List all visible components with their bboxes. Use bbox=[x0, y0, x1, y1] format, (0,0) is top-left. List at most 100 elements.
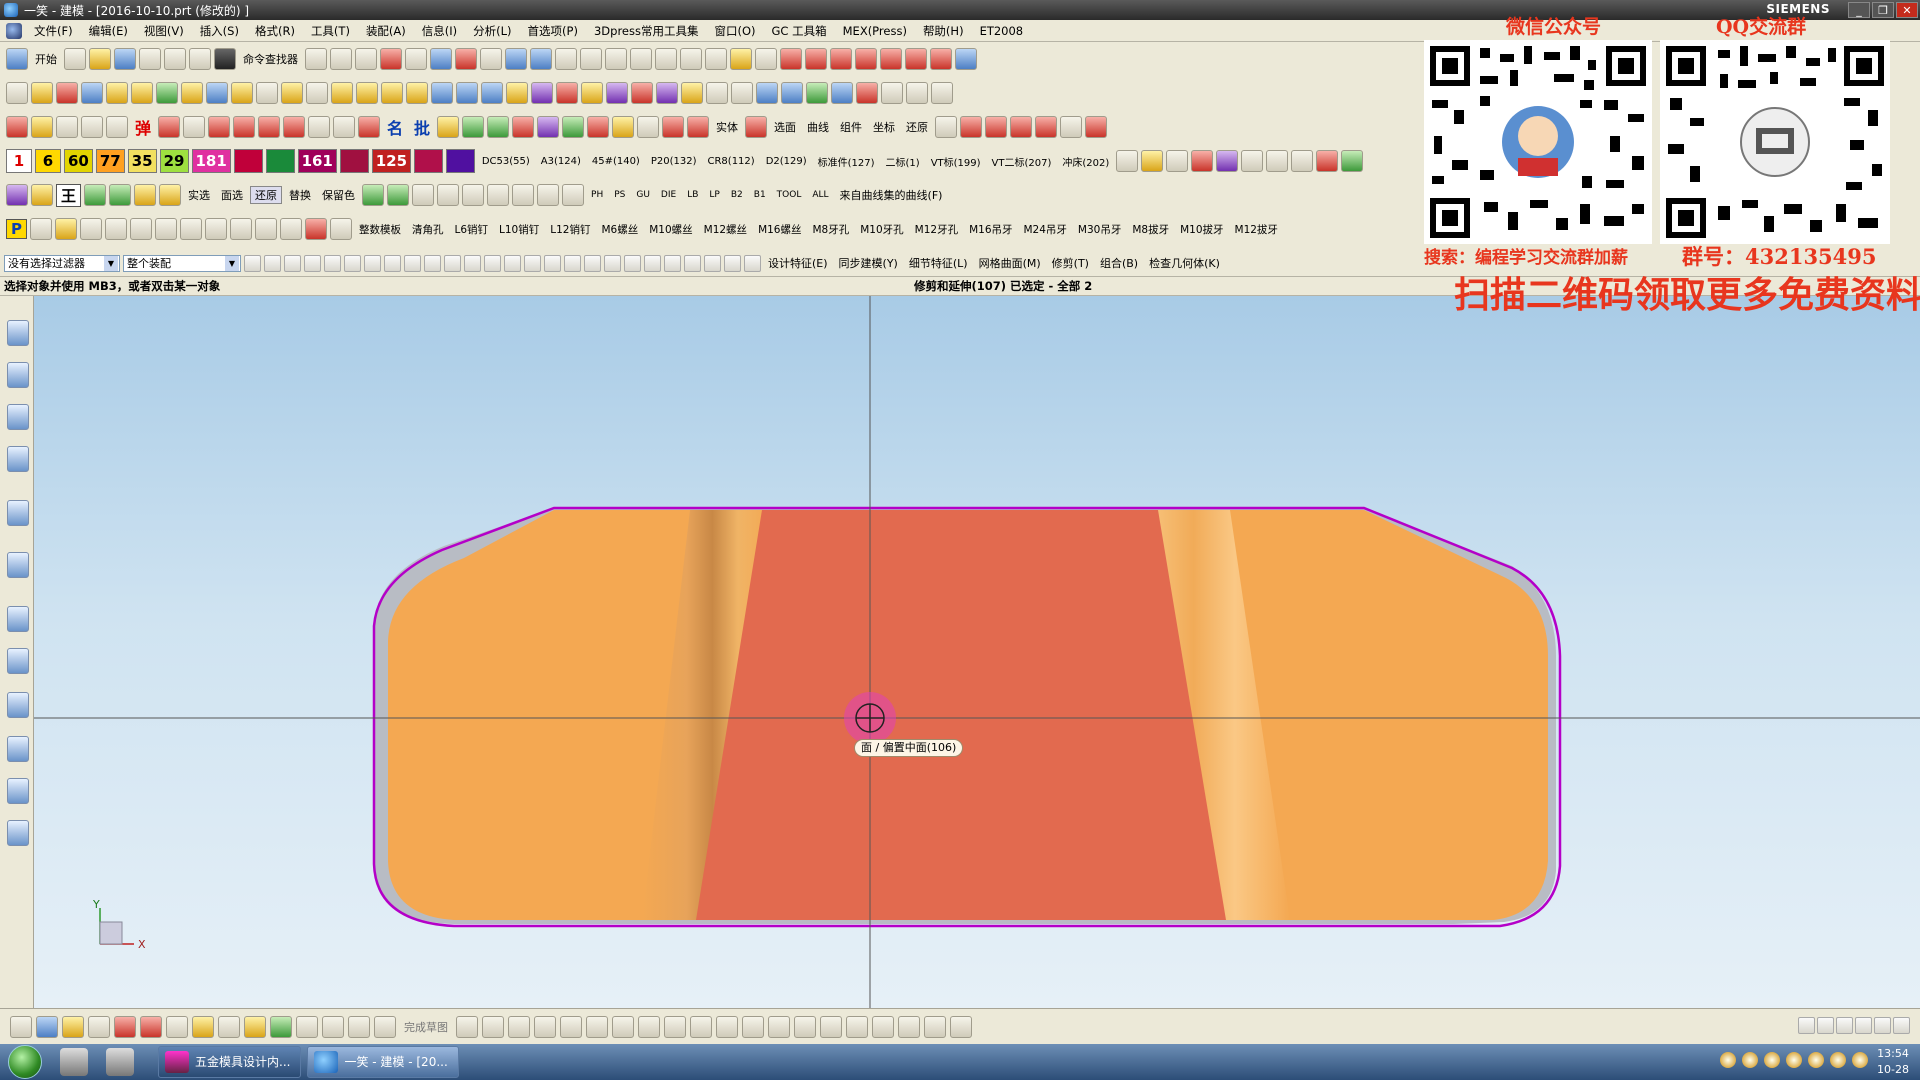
shade-icon[interactable] bbox=[405, 48, 427, 70]
grid-select-icon[interactable] bbox=[1316, 150, 1339, 172]
solid-select-button[interactable]: 实选 bbox=[184, 187, 214, 203]
tray-qq3-icon[interactable] bbox=[1764, 1052, 1780, 1068]
snap-quadrant-icon[interactable] bbox=[524, 254, 541, 272]
pattern-icon[interactable] bbox=[604, 254, 621, 272]
grid-yellow-icon[interactable] bbox=[134, 184, 157, 206]
text-style-icon[interactable] bbox=[305, 218, 327, 240]
sketch-constraint-icon[interactable] bbox=[820, 1015, 842, 1038]
snap-line-icon[interactable] bbox=[424, 254, 441, 272]
menu-view[interactable]: 视图(V) bbox=[136, 23, 192, 39]
part-navigator-icon[interactable] bbox=[7, 404, 29, 430]
sketch-gear-icon[interactable] bbox=[244, 1015, 266, 1038]
bend-icon[interactable] bbox=[231, 82, 253, 104]
minimize-button[interactable]: _ bbox=[1848, 2, 1870, 18]
a3-button[interactable]: A3(124) bbox=[537, 156, 585, 167]
pad-icon[interactable] bbox=[531, 82, 553, 104]
window-layout-icon[interactable] bbox=[305, 48, 327, 70]
vt-standard-button[interactable]: VT标(199) bbox=[927, 154, 985, 169]
lasso-icon[interactable] bbox=[324, 254, 341, 272]
num-60-button[interactable]: 60 bbox=[64, 149, 93, 173]
menu-file[interactable]: 文件(F) bbox=[26, 23, 81, 39]
history-icon[interactable] bbox=[7, 606, 29, 632]
menu-information[interactable]: 信息(I) bbox=[414, 23, 465, 39]
body-filter-icon[interactable] bbox=[664, 254, 681, 272]
process-studio-icon[interactable] bbox=[7, 692, 29, 718]
m8-pull-button[interactable]: M8拔牙 bbox=[1128, 222, 1173, 237]
flask-icon[interactable] bbox=[230, 218, 252, 240]
hook-icon[interactable] bbox=[1085, 116, 1108, 138]
curve-button[interactable]: 曲线 bbox=[803, 119, 833, 135]
roles-icon[interactable] bbox=[7, 778, 29, 804]
draft-icon[interactable] bbox=[706, 82, 728, 104]
redo-icon[interactable] bbox=[189, 48, 211, 70]
ruler-icon[interactable] bbox=[730, 48, 752, 70]
cut-icon[interactable] bbox=[139, 48, 161, 70]
menu-window[interactable]: 窗口(O) bbox=[706, 23, 763, 39]
edit-object-icon[interactable] bbox=[330, 48, 352, 70]
ring-icon[interactable] bbox=[1191, 150, 1214, 172]
sketch-wrench-icon[interactable] bbox=[166, 1015, 188, 1038]
sketch-show-constraints-icon[interactable] bbox=[872, 1015, 894, 1038]
cylinder-icon[interactable] bbox=[56, 82, 78, 104]
gem-icon[interactable] bbox=[537, 116, 560, 138]
fast-text-icon[interactable] bbox=[258, 116, 281, 138]
sketch-chamfer-icon[interactable] bbox=[586, 1015, 608, 1038]
replace-button[interactable]: 替换 bbox=[285, 187, 315, 203]
menu-edit[interactable]: 编辑(E) bbox=[81, 23, 136, 39]
menu-format[interactable]: 格式(R) bbox=[247, 23, 303, 39]
coordinate-button[interactable]: 坐标 bbox=[869, 119, 899, 135]
m24-lift-button[interactable]: M24吊牙 bbox=[1020, 222, 1071, 237]
spring-icon[interactable] bbox=[1266, 150, 1289, 172]
num-155-button[interactable]: 155 bbox=[414, 149, 443, 173]
cone-icon[interactable] bbox=[81, 82, 103, 104]
auto-hole-icon[interactable] bbox=[208, 116, 231, 138]
m12-screw-button[interactable]: M12螺丝 bbox=[700, 222, 751, 237]
menu-gc-toolkit[interactable]: GC 工具箱 bbox=[764, 23, 835, 39]
list-icon[interactable] bbox=[280, 218, 302, 240]
angle-icon[interactable] bbox=[755, 48, 777, 70]
stripper-icon[interactable] bbox=[81, 116, 103, 138]
target-icon[interactable] bbox=[1291, 150, 1314, 172]
num-160-button[interactable]: 160 bbox=[233, 149, 263, 173]
snap-intersect-icon[interactable] bbox=[484, 254, 501, 272]
fast-template-icon[interactable] bbox=[333, 116, 356, 138]
combine-menu[interactable]: 组合(B) bbox=[1096, 255, 1142, 271]
color-pick-icon[interactable] bbox=[362, 184, 385, 206]
clip-icon[interactable] bbox=[80, 218, 102, 240]
m30-lift-button[interactable]: M30吊牙 bbox=[1074, 222, 1125, 237]
tag-die[interactable]: DIE bbox=[657, 190, 680, 200]
plate-set-icon[interactable] bbox=[31, 116, 53, 138]
num-125-button[interactable]: 125 bbox=[371, 149, 412, 173]
m12-pull-button[interactable]: M12拔牙 bbox=[1231, 222, 1282, 237]
ruled-icon[interactable] bbox=[806, 82, 828, 104]
layers-icon[interactable] bbox=[106, 82, 128, 104]
sketch-point-icon[interactable] bbox=[664, 1015, 686, 1038]
manufacturing-wizard-icon[interactable] bbox=[7, 736, 29, 762]
undo-icon[interactable] bbox=[164, 48, 186, 70]
sketch-book-icon[interactable] bbox=[296, 1015, 318, 1038]
face-count-icon[interactable] bbox=[745, 116, 768, 138]
design-feature-menu[interactable]: 设计特征(E) bbox=[764, 255, 832, 271]
m12-tap-button[interactable]: M12牙孔 bbox=[911, 222, 962, 237]
shell-icon[interactable] bbox=[681, 82, 703, 104]
menu-analysis[interactable]: 分析(L) bbox=[465, 23, 519, 39]
sketch-star-icon[interactable] bbox=[62, 1015, 84, 1038]
dc53-button[interactable]: DC53(55) bbox=[478, 156, 534, 167]
finish-sketch-icon[interactable] bbox=[374, 1015, 396, 1038]
graphics-window[interactable]: X Y 面 / 偏置中面(106) bbox=[34, 296, 1920, 1008]
trim-curve-icon[interactable] bbox=[960, 116, 983, 138]
keyboard-icon[interactable] bbox=[1855, 1017, 1872, 1034]
layer-filter-icon[interactable] bbox=[724, 254, 741, 272]
snap-icon[interactable] bbox=[655, 48, 677, 70]
selected-midface[interactable] bbox=[696, 510, 1226, 920]
n-sided-icon[interactable] bbox=[881, 82, 903, 104]
taskbar-item-nx-modeling[interactable]: 一笑 - 建模 - [20... bbox=[307, 1046, 459, 1078]
d2-button[interactable]: D2(129) bbox=[762, 156, 811, 167]
slot-icon[interactable] bbox=[556, 82, 578, 104]
text-icon[interactable] bbox=[1817, 1017, 1834, 1034]
standard-part-button[interactable]: 标准件(127) bbox=[814, 154, 879, 169]
view-u1-icon[interactable] bbox=[487, 184, 510, 206]
timing-icon[interactable] bbox=[512, 116, 535, 138]
pocket-icon[interactable] bbox=[506, 82, 528, 104]
middle-block-icon[interactable] bbox=[612, 116, 635, 138]
